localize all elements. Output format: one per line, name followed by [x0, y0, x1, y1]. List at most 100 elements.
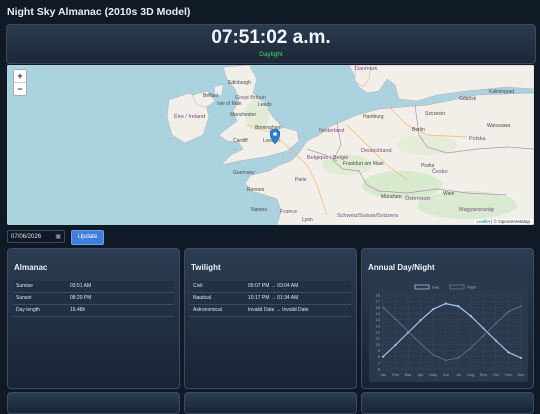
- x-tick-label: Oct: [493, 372, 500, 377]
- map-label-warszawa: Warszawa: [487, 123, 511, 129]
- date-value: 07/06/2026: [11, 234, 42, 240]
- y-tick-label: 10: [376, 342, 381, 347]
- location-pin-icon[interactable]: [270, 129, 280, 144]
- data-point: [432, 354, 434, 356]
- y-tick-label: 17: [376, 299, 381, 304]
- data-point: [445, 359, 447, 362]
- data-point: [407, 330, 409, 333]
- map-label-rennes: Rennes: [247, 187, 265, 193]
- map-view[interactable]: Edinburgh Belfast Isle of Man Great Brit…: [7, 65, 534, 225]
- map-label-france: France: [280, 209, 298, 215]
- table-row: Sunrise 03:51 AM: [13, 281, 174, 293]
- x-tick-label: Dec: [517, 372, 524, 377]
- table-row: Sunset 08:20 PM: [13, 293, 174, 305]
- map-label-nederland: Nederland: [319, 128, 345, 134]
- map-label-deutschland: Deutschland: [361, 148, 392, 154]
- series-line-night: [382, 305, 522, 361]
- data-point: [457, 305, 460, 308]
- map-label-paris: Paris: [295, 177, 307, 183]
- row-value: 10:17 PM → 01:34 AM: [248, 295, 299, 301]
- y-tick-label: 14: [376, 317, 381, 322]
- map-label-praha: Praha: [421, 163, 435, 169]
- current-time: 07:51:02 a.m.: [211, 27, 331, 48]
- data-point: [381, 355, 385, 358]
- data-point: [432, 308, 435, 311]
- osm-attribution[interactable]: | © OpenStreetMap: [491, 219, 530, 224]
- map-label-frankfurt: Frankfurt am Main: [343, 161, 384, 167]
- zoom-out-button[interactable]: −: [14, 83, 26, 95]
- map-label-eire: Éire / Ireland: [174, 114, 206, 120]
- data-point: [507, 351, 510, 354]
- table-row: Civil 09:07 PM → 03:04 AM: [190, 281, 351, 293]
- map-label-edinburgh: Edinburgh: [228, 80, 251, 86]
- data-point: [519, 356, 523, 359]
- calendar-icon[interactable]: ▣: [55, 231, 61, 244]
- map-label-polska: Polska: [469, 136, 486, 142]
- x-tick-label: Aug: [467, 372, 474, 377]
- x-tick-label: Apr: [418, 372, 425, 377]
- legend-swatch-day: [414, 284, 430, 290]
- leaflet-link[interactable]: Leaflet: [476, 219, 490, 224]
- data-point: [482, 327, 485, 330]
- table-row: Nautical 10:17 PM → 01:34 AM: [190, 293, 351, 305]
- data-point: [419, 343, 422, 345]
- map-label-cardiff: Cardiff: [233, 138, 248, 144]
- x-tick-label: Jun: [443, 372, 449, 377]
- almanac-card: Almanac Sunrise 03:51 AM Sunset 08:20 PM…: [7, 248, 180, 389]
- map-label-belfast: Belfast: [203, 93, 219, 99]
- map-label-gdansk: Gdańsk: [459, 96, 477, 102]
- y-tick-label: 8: [378, 354, 381, 359]
- y-tick-label: 9: [378, 348, 381, 353]
- bottom-card-1: [7, 392, 180, 414]
- date-input[interactable]: 07/06/2026 ▣: [7, 230, 65, 243]
- row-value: 08:20 PM: [70, 295, 92, 301]
- zoom-in-button[interactable]: +: [14, 70, 26, 83]
- data-point: [394, 318, 397, 320]
- x-tick-label: Nov: [505, 372, 512, 377]
- clock-panel: 07:51:02 a.m. Daylight: [6, 24, 536, 64]
- zoom-control: + −: [13, 69, 27, 96]
- data-point: [470, 347, 472, 349]
- bottom-card-3: [361, 392, 534, 414]
- y-tick-label: 6: [378, 367, 381, 372]
- row-value: 03:51 AM: [70, 283, 92, 289]
- row-label: Sunrise: [16, 283, 33, 289]
- twilight-title: Twilight: [191, 263, 221, 272]
- y-tick-label: 7: [378, 360, 381, 365]
- map-label-danmark: Danmark: [355, 66, 378, 72]
- row-label: Sunset: [16, 295, 32, 301]
- x-tick-label: Jul: [456, 372, 461, 377]
- data-point: [382, 306, 384, 309]
- y-tick-label: 18: [376, 293, 381, 298]
- data-point: [494, 339, 498, 342]
- app-title: Night Sky Almanac (2010s 3D Model): [7, 6, 191, 18]
- y-tick-label: 12: [376, 330, 381, 335]
- map-label-schweiz: Schweiz/Suisse/Svizzera: [337, 213, 399, 219]
- data-point: [444, 302, 447, 305]
- map-label-manchester: Manchester: [230, 112, 257, 118]
- data-point: [507, 310, 510, 313]
- y-tick-label: 15: [376, 311, 381, 316]
- legend-label-night: Night: [467, 285, 477, 290]
- row-label: Civil: [193, 283, 203, 289]
- x-tick-label: Feb: [392, 372, 400, 377]
- row-label: Astronomical: [193, 307, 222, 313]
- y-tick-label: 11: [376, 336, 381, 341]
- map-tiles: [7, 65, 534, 225]
- legend-label-day: Day: [432, 285, 439, 290]
- map-label-magyarorszag: Magyarország: [459, 207, 494, 213]
- map-label-munchen: München: [381, 194, 402, 200]
- table-row: Astronomical Invalid Date → Invalid Date: [190, 305, 351, 317]
- twilight-card: Twilight Civil 09:07 PM → 03:04 AM Nauti…: [184, 248, 357, 389]
- annual-title: Annual Day/Night: [368, 263, 435, 272]
- x-tick-label: Mar: [405, 372, 413, 377]
- data-point: [482, 335, 485, 337]
- row-value: Invalid Date → Invalid Date: [248, 307, 309, 313]
- update-button[interactable]: Update: [71, 230, 104, 245]
- y-tick-label: 16: [376, 305, 381, 310]
- map-attribution: Leaflet | © OpenStreetMap: [474, 219, 532, 224]
- map-label-guernsey: Guernsey: [233, 170, 255, 176]
- data-point: [394, 343, 397, 347]
- map-label-berlin: Berlin: [412, 127, 425, 133]
- x-tick-label: May: [429, 372, 437, 377]
